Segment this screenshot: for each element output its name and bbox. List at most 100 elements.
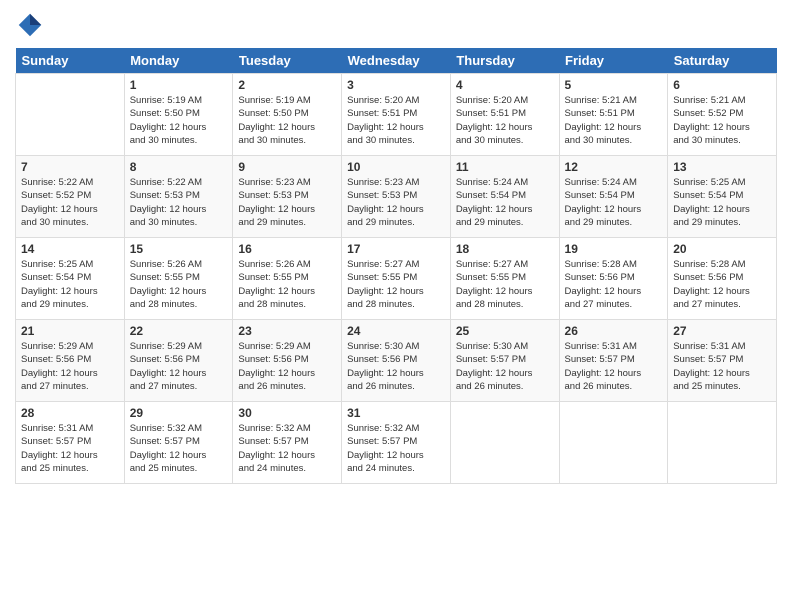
calendar-cell: 6 Sunrise: 5:21 AM Sunset: 5:52 PM Daylig… <box>668 74 777 156</box>
header-day-thursday: Thursday <box>450 48 559 74</box>
day-info: Sunrise: 5:24 AM Sunset: 5:54 PM Dayligh… <box>456 176 554 229</box>
day-info: Sunrise: 5:25 AM Sunset: 5:54 PM Dayligh… <box>21 258 119 311</box>
day-number: 6 <box>673 78 771 92</box>
calendar-cell <box>450 402 559 484</box>
header-day-monday: Monday <box>124 48 233 74</box>
day-info: Sunrise: 5:26 AM Sunset: 5:55 PM Dayligh… <box>130 258 228 311</box>
day-number: 10 <box>347 160 445 174</box>
day-number: 12 <box>565 160 663 174</box>
day-number: 19 <box>565 242 663 256</box>
logo <box>15 10 49 40</box>
day-number: 3 <box>347 78 445 92</box>
calendar-header: SundayMondayTuesdayWednesdayThursdayFrid… <box>16 48 777 74</box>
day-number: 8 <box>130 160 228 174</box>
calendar-cell: 21Sunrise: 5:29 AM Sunset: 5:56 PM Dayli… <box>16 320 125 402</box>
calendar-cell: 2 Sunrise: 5:19 AM Sunset: 5:50 PM Daylig… <box>233 74 342 156</box>
day-number: 1 <box>130 78 228 92</box>
day-number: 22 <box>130 324 228 338</box>
calendar-cell: 19 Sunrise: 5:28 AM Sunset: 5:56 PM Dayli… <box>559 238 668 320</box>
calendar-cell <box>16 74 125 156</box>
week-row-3: 14 Sunrise: 5:25 AM Sunset: 5:54 PM Dayli… <box>16 238 777 320</box>
calendar-cell: 1Sunrise: 5:19 AM Sunset: 5:50 PM Daylig… <box>124 74 233 156</box>
day-number: 15 <box>130 242 228 256</box>
calendar-cell: 17 Sunrise: 5:27 AM Sunset: 5:55 PM Dayli… <box>342 238 451 320</box>
page-container: SundayMondayTuesdayWednesdayThursdayFrid… <box>0 0 792 494</box>
day-info: Sunrise: 5:32 AM Sunset: 5:57 PM Dayligh… <box>347 422 445 475</box>
week-row-5: 28 Sunrise: 5:31 AM Sunset: 5:57 PM Dayli… <box>16 402 777 484</box>
day-info: Sunrise: 5:22 AM Sunset: 5:53 PM Dayligh… <box>130 176 228 229</box>
header-row: SundayMondayTuesdayWednesdayThursdayFrid… <box>16 48 777 74</box>
calendar-cell: 28 Sunrise: 5:31 AM Sunset: 5:57 PM Dayli… <box>16 402 125 484</box>
day-info: Sunrise: 5:32 AM Sunset: 5:57 PM Dayligh… <box>238 422 336 475</box>
day-info: Sunrise: 5:22 AM Sunset: 5:52 PM Dayligh… <box>21 176 119 229</box>
calendar-cell: 23Sunrise: 5:29 AM Sunset: 5:56 PM Dayli… <box>233 320 342 402</box>
day-number: 7 <box>21 160 119 174</box>
calendar-cell: 3Sunrise: 5:20 AM Sunset: 5:51 PM Daylig… <box>342 74 451 156</box>
day-number: 9 <box>238 160 336 174</box>
calendar-cell: 31 Sunrise: 5:32 AM Sunset: 5:57 PM Dayli… <box>342 402 451 484</box>
day-info: Sunrise: 5:29 AM Sunset: 5:56 PM Dayligh… <box>238 340 336 393</box>
day-number: 16 <box>238 242 336 256</box>
header-day-saturday: Saturday <box>668 48 777 74</box>
week-row-2: 7 Sunrise: 5:22 AM Sunset: 5:52 PM Daylig… <box>16 156 777 238</box>
day-info: Sunrise: 5:23 AM Sunset: 5:53 PM Dayligh… <box>347 176 445 229</box>
calendar-cell: 27Sunrise: 5:31 AM Sunset: 5:57 PM Dayli… <box>668 320 777 402</box>
day-number: 20 <box>673 242 771 256</box>
day-info: Sunrise: 5:27 AM Sunset: 5:55 PM Dayligh… <box>347 258 445 311</box>
header-day-tuesday: Tuesday <box>233 48 342 74</box>
week-row-1: 1 Sunrise: 5:19 AM Sunset: 5:50 PM Daylig… <box>16 74 777 156</box>
calendar-cell: 9 Sunrise: 5:23 AM Sunset: 5:53 PM Daylig… <box>233 156 342 238</box>
day-info: Sunrise: 5:20 AM Sunset: 5:51 PM Dayligh… <box>456 94 554 147</box>
day-info: Sunrise: 5:28 AM Sunset: 5:56 PM Dayligh… <box>565 258 663 311</box>
calendar-cell: 25 Sunrise: 5:30 AM Sunset: 5:57 PM Dayli… <box>450 320 559 402</box>
day-info: Sunrise: 5:21 AM Sunset: 5:52 PM Dayligh… <box>673 94 771 147</box>
day-number: 13 <box>673 160 771 174</box>
day-number: 26 <box>565 324 663 338</box>
day-number: 29 <box>130 406 228 420</box>
day-number: 18 <box>456 242 554 256</box>
day-info: Sunrise: 5:28 AM Sunset: 5:56 PM Dayligh… <box>673 258 771 311</box>
day-info: Sunrise: 5:19 AM Sunset: 5:50 PM Dayligh… <box>238 94 336 147</box>
calendar-cell: 26Sunrise: 5:31 AM Sunset: 5:57 PM Dayli… <box>559 320 668 402</box>
calendar-cell: 13Sunrise: 5:25 AM Sunset: 5:54 PM Dayli… <box>668 156 777 238</box>
day-number: 17 <box>347 242 445 256</box>
day-number: 11 <box>456 160 554 174</box>
calendar-cell: 12 Sunrise: 5:24 AM Sunset: 5:54 PM Dayli… <box>559 156 668 238</box>
day-info: Sunrise: 5:31 AM Sunset: 5:57 PM Dayligh… <box>21 422 119 475</box>
calendar-cell: 20 Sunrise: 5:28 AM Sunset: 5:56 PM Dayli… <box>668 238 777 320</box>
day-info: Sunrise: 5:32 AM Sunset: 5:57 PM Dayligh… <box>130 422 228 475</box>
day-number: 31 <box>347 406 445 420</box>
calendar-cell: 22 Sunrise: 5:29 AM Sunset: 5:56 PM Dayli… <box>124 320 233 402</box>
day-number: 5 <box>565 78 663 92</box>
calendar-cell: 18 Sunrise: 5:27 AM Sunset: 5:55 PM Dayli… <box>450 238 559 320</box>
day-number: 2 <box>238 78 336 92</box>
day-number: 28 <box>21 406 119 420</box>
logo-icon <box>15 10 45 40</box>
calendar-cell: 16 Sunrise: 5:26 AM Sunset: 5:55 PM Dayli… <box>233 238 342 320</box>
day-number: 4 <box>456 78 554 92</box>
header-day-friday: Friday <box>559 48 668 74</box>
page-header <box>15 10 777 40</box>
header-day-sunday: Sunday <box>16 48 125 74</box>
calendar-cell: 24Sunrise: 5:30 AM Sunset: 5:56 PM Dayli… <box>342 320 451 402</box>
calendar-cell: 30 Sunrise: 5:32 AM Sunset: 5:57 PM Dayli… <box>233 402 342 484</box>
calendar-cell <box>559 402 668 484</box>
day-info: Sunrise: 5:30 AM Sunset: 5:56 PM Dayligh… <box>347 340 445 393</box>
day-info: Sunrise: 5:29 AM Sunset: 5:56 PM Dayligh… <box>130 340 228 393</box>
day-info: Sunrise: 5:27 AM Sunset: 5:55 PM Dayligh… <box>456 258 554 311</box>
calendar-cell: 7 Sunrise: 5:22 AM Sunset: 5:52 PM Daylig… <box>16 156 125 238</box>
day-number: 30 <box>238 406 336 420</box>
day-info: Sunrise: 5:21 AM Sunset: 5:51 PM Dayligh… <box>565 94 663 147</box>
calendar-table: SundayMondayTuesdayWednesdayThursdayFrid… <box>15 48 777 484</box>
calendar-cell: 11 Sunrise: 5:24 AM Sunset: 5:54 PM Dayli… <box>450 156 559 238</box>
week-row-4: 21 Sunrise: 5:29 AM Sunset: 5:56 PM Dayli… <box>16 320 777 402</box>
calendar-cell <box>668 402 777 484</box>
day-number: 21 <box>21 324 119 338</box>
calendar-cell: 4 Sunrise: 5:20 AM Sunset: 5:51 PM Daylig… <box>450 74 559 156</box>
day-number: 14 <box>21 242 119 256</box>
day-info: Sunrise: 5:30 AM Sunset: 5:57 PM Dayligh… <box>456 340 554 393</box>
day-info: Sunrise: 5:26 AM Sunset: 5:55 PM Dayligh… <box>238 258 336 311</box>
day-number: 25 <box>456 324 554 338</box>
day-info: Sunrise: 5:24 AM Sunset: 5:54 PM Dayligh… <box>565 176 663 229</box>
day-info: Sunrise: 5:23 AM Sunset: 5:53 PM Dayligh… <box>238 176 336 229</box>
